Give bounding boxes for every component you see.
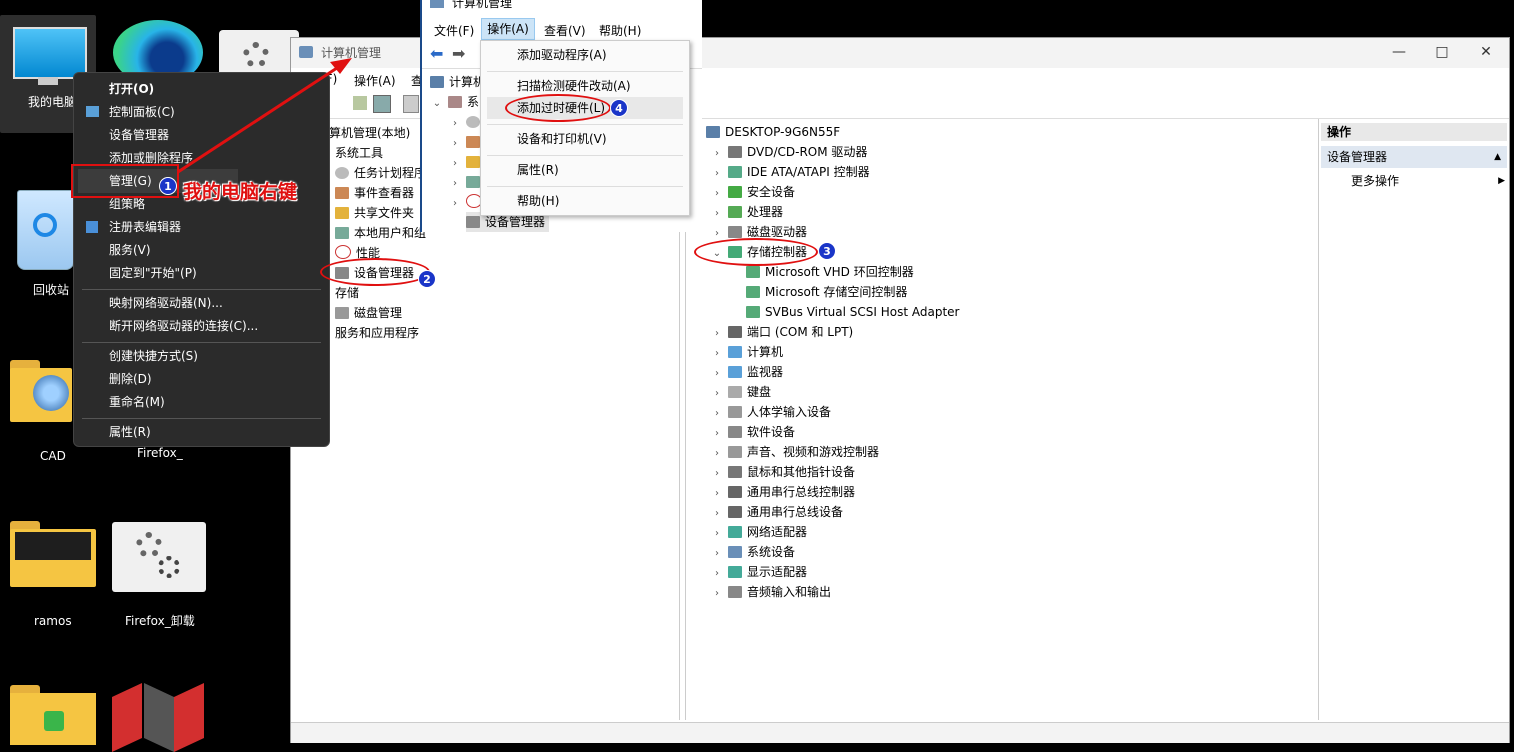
step-badge-2: 2 — [418, 270, 436, 288]
annotation-arrow — [177, 58, 352, 174]
annotation-ellipse-add-legacy — [505, 94, 611, 122]
step-badge-4: 4 — [610, 99, 628, 117]
annotation-ellipse-device-manager — [320, 258, 430, 286]
step-badge-3: 3 — [818, 242, 836, 260]
annotation-ellipse-storage-controller — [694, 238, 818, 266]
